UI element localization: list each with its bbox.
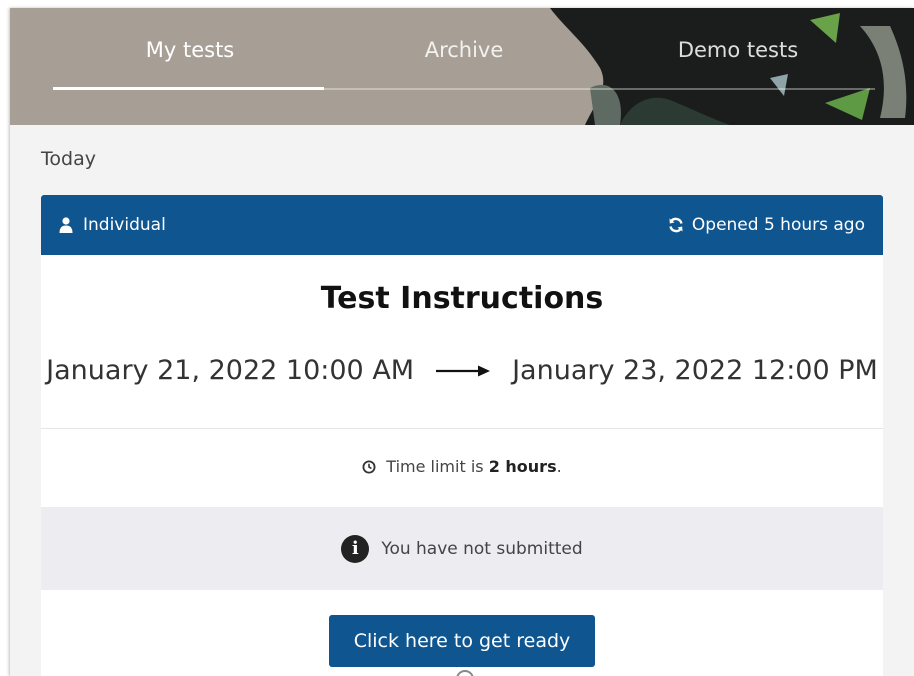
test-title: Test Instructions [320,281,604,316]
info-icon: i [341,534,370,563]
user-icon [59,217,73,233]
card-header: Individual Opened 5 hours ago [41,195,883,255]
time-limit-suffix: . [556,457,562,476]
arrow-right-icon [436,365,491,376]
clock-icon [362,460,376,473]
get-ready-button[interactable]: Click here to get ready [329,615,595,667]
app-window: My tests Archive Demo tests Today Indivi… [10,8,914,676]
partial-icon [456,670,474,676]
time-limit-prefix: Time limit is [386,457,484,476]
open-status-label: Opened 5 hours ago [691,215,865,235]
tab-label: Demo tests [677,38,799,62]
start-datetime: January 21, 2022 10:00 AM [46,355,415,386]
tab-demo-tests[interactable]: Demo tests [601,8,875,92]
submission-status: i You have not submitted [41,507,883,590]
test-window: January 21, 2022 10:00 AM January 23, 20… [41,355,883,386]
tab-label: Archive [424,38,504,62]
submission-status-label: You have not submitted [381,538,583,559]
active-tab-indicator [53,87,324,90]
refresh-icon [669,217,683,233]
tab-my-tests[interactable]: My tests [53,8,327,92]
tab-archive[interactable]: Archive [327,8,601,92]
tab-bar: My tests Archive Demo tests [53,8,875,92]
divider [41,428,883,429]
open-status: Opened 5 hours ago [668,195,865,255]
test-type: Individual [59,195,166,255]
section-title: Today [41,148,96,170]
test-card: Individual Opened 5 hours ago Test Instr… [41,195,883,676]
test-type-label: Individual [83,215,166,235]
end-datetime: January 23, 2022 12:00 PM [512,355,878,386]
tab-header: My tests Archive Demo tests [10,8,914,125]
tab-label: My tests [145,38,235,62]
time-limit-value: 2 hours [488,457,557,476]
time-limit: Time limit is 2 hours. [41,457,883,476]
